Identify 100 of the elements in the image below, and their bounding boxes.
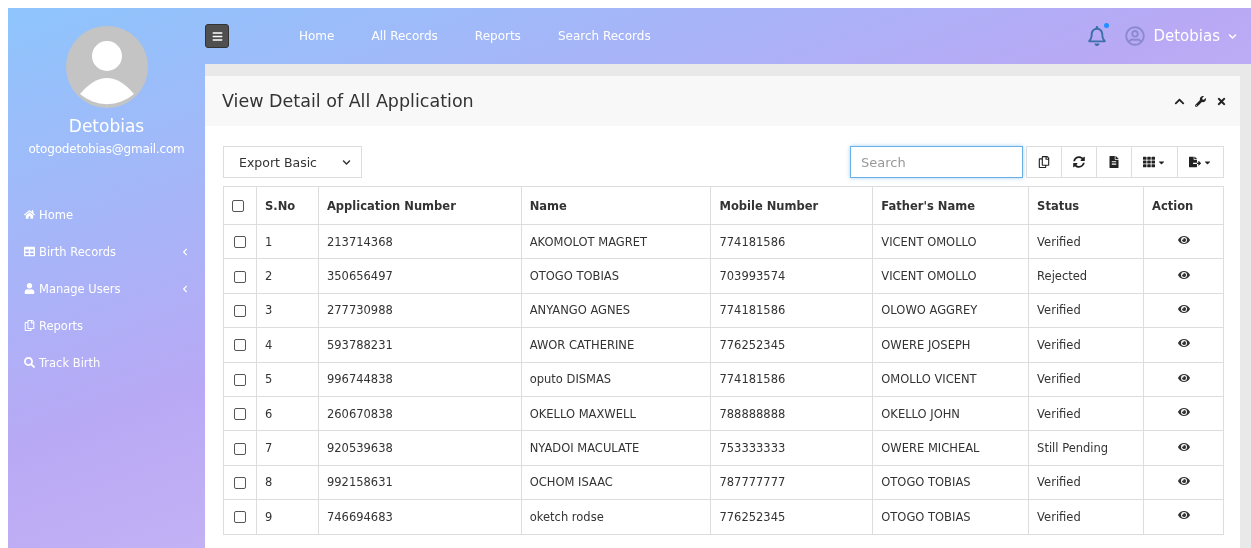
table-cell: 774181586 bbox=[710, 224, 873, 259]
table-cell: Verified bbox=[1028, 396, 1144, 431]
nav-link[interactable]: Home bbox=[299, 29, 335, 43]
table-cell: Still Pending bbox=[1028, 430, 1144, 466]
table-cell: oketch rodse bbox=[521, 499, 711, 534]
avatar-icon bbox=[65, 26, 148, 108]
table-cell: 350656497 bbox=[318, 258, 522, 294]
table-cell: OCHOM ISAAC bbox=[521, 465, 711, 500]
list-view-button[interactable] bbox=[1096, 146, 1132, 178]
table-cell: 776252345 bbox=[710, 327, 873, 363]
checkbox[interactable] bbox=[234, 511, 246, 524]
user-email: otogodetobias@gmail.com bbox=[28, 142, 185, 156]
nav-link[interactable]: Reports bbox=[474, 29, 521, 43]
chevron-down-icon bbox=[1228, 31, 1237, 41]
column-header[interactable]: Mobile Number bbox=[710, 186, 873, 225]
column-header[interactable]: Status bbox=[1028, 186, 1144, 225]
export-button[interactable] bbox=[1177, 146, 1224, 178]
table-icon bbox=[24, 246, 35, 257]
table-cell: 920539638 bbox=[318, 430, 522, 466]
export-icon bbox=[1189, 156, 1201, 168]
table-cell: OTOGO TOBIAS bbox=[521, 258, 711, 294]
panel-title: View Detail of All Application bbox=[222, 91, 475, 111]
table-cell: OLOWO AGGREY bbox=[872, 293, 1029, 328]
checkbox[interactable] bbox=[234, 408, 246, 421]
table-cell: Verified bbox=[1028, 362, 1144, 397]
table-cell: 2 bbox=[256, 258, 319, 294]
table-cell: OTOGO TOBIAS bbox=[872, 499, 1029, 534]
table-cell: Verified bbox=[1028, 293, 1144, 328]
chevron-down-icon bbox=[342, 157, 351, 167]
table-cell: 996744838 bbox=[318, 362, 522, 397]
column-header[interactable]: Father's Name bbox=[872, 186, 1029, 225]
table-cell: 260670838 bbox=[318, 396, 522, 431]
table-cell: 788888888 bbox=[710, 396, 873, 431]
table-cell: OKELLO JOHN bbox=[872, 396, 1029, 431]
table-cell: OWERE MICHEAL bbox=[872, 430, 1029, 466]
checkbox[interactable] bbox=[234, 373, 246, 386]
user-menu[interactable]: Detobias bbox=[1125, 26, 1237, 46]
table-cell: oputo DISMAS bbox=[521, 362, 711, 397]
table-cell: 1 bbox=[256, 224, 319, 259]
nav-link[interactable]: Search Records bbox=[557, 29, 651, 43]
table-cell: OTOGO TOBIAS bbox=[872, 465, 1029, 500]
table-cell: 213714368 bbox=[318, 224, 522, 259]
table-cell: 787777777 bbox=[710, 465, 873, 500]
checkbox[interactable] bbox=[234, 236, 246, 249]
user-icon bbox=[24, 283, 35, 294]
table-cell: Verified bbox=[1028, 224, 1144, 259]
checkbox[interactable] bbox=[234, 270, 246, 283]
refresh-icon bbox=[1073, 156, 1085, 168]
table-cell: 7 bbox=[256, 430, 319, 466]
sidebar-item[interactable]: Manage Users bbox=[8, 270, 205, 307]
table-cell: 9 bbox=[256, 499, 319, 534]
table-cell: ANYANGO AGNES bbox=[521, 293, 711, 328]
table-cell: 746694683 bbox=[318, 499, 522, 534]
column-header[interactable]: Application Number bbox=[318, 186, 522, 225]
column-header[interactable]: Name bbox=[521, 186, 711, 225]
table-cell: AKOMOLOT MAGRET bbox=[521, 224, 711, 259]
checkbox[interactable] bbox=[232, 200, 244, 212]
column-header[interactable]: Action bbox=[1143, 186, 1224, 225]
export-select[interactable]: Export Basic bbox=[223, 146, 362, 178]
table-cell: VICENT OMOLLO bbox=[872, 224, 1029, 259]
table-cell: 774181586 bbox=[710, 293, 873, 328]
table-cell: 3 bbox=[256, 293, 319, 328]
user-name: Detobias bbox=[68, 116, 145, 136]
table-cell: 593788231 bbox=[318, 327, 522, 363]
table-cell: NYADOI MACULATE bbox=[521, 430, 711, 466]
columns-button[interactable] bbox=[1131, 146, 1178, 178]
search-field[interactable]: Search bbox=[850, 146, 1023, 178]
table-cell: OMOLLO VICENT bbox=[872, 362, 1029, 397]
checkbox[interactable] bbox=[234, 476, 246, 489]
table-cell: 6 bbox=[256, 396, 319, 431]
table-cell: Rejected bbox=[1028, 258, 1144, 294]
table-cell: 992158631 bbox=[318, 465, 522, 500]
home-icon bbox=[24, 209, 35, 220]
document-icon bbox=[1108, 156, 1120, 168]
table-cell: 703993574 bbox=[710, 258, 873, 294]
checkbox[interactable] bbox=[234, 339, 246, 352]
table-cell: 774181586 bbox=[710, 362, 873, 397]
table-cell: VICENT OMOLLO bbox=[872, 258, 1029, 294]
checkbox[interactable] bbox=[234, 442, 246, 455]
menu-button[interactable] bbox=[205, 24, 229, 48]
refresh-button[interactable] bbox=[1061, 146, 1097, 178]
sidebar-item[interactable]: Birth Records bbox=[8, 233, 205, 270]
table-cell: 4 bbox=[256, 327, 319, 363]
toggle-button[interactable] bbox=[1026, 146, 1062, 178]
table-cell: OKELLO MAXWELL bbox=[521, 396, 711, 431]
table-cell: 776252345 bbox=[710, 499, 873, 534]
table-cell: Verified bbox=[1028, 465, 1144, 500]
copy-icon bbox=[24, 320, 35, 331]
checkbox[interactable] bbox=[234, 304, 246, 317]
bell-icon[interactable] bbox=[1087, 26, 1108, 46]
nav-link[interactable]: All Records bbox=[371, 29, 438, 43]
table-cell: 5 bbox=[256, 362, 319, 397]
sidebar-item[interactable]: Home bbox=[8, 196, 205, 233]
copy-icon bbox=[1038, 156, 1050, 168]
column-header[interactable]: S.No bbox=[256, 186, 319, 225]
sidebar-item[interactable]: Track Birth bbox=[8, 344, 205, 381]
sidebar-item[interactable]: Reports bbox=[8, 307, 205, 344]
menu-icon bbox=[211, 30, 223, 42]
search-icon bbox=[24, 357, 35, 368]
table-cell: Verified bbox=[1028, 499, 1144, 534]
